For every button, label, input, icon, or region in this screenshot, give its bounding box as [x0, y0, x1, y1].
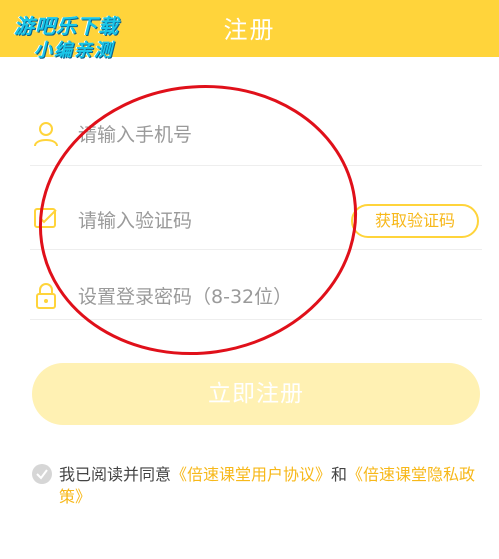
user-agreement-link[interactable]: 《倍速课堂用户协议》: [171, 465, 331, 484]
lock-icon: [36, 283, 56, 309]
watermark-line1: 游吧乐下载: [14, 14, 119, 38]
watermark-line2: 小编亲测: [34, 40, 114, 61]
watermark-logo: 游吧乐下载 小编亲测: [8, 6, 148, 62]
register-button[interactable]: 立即注册: [32, 363, 480, 425]
password-input[interactable]: 设置登录密码（8-32位）: [78, 282, 292, 309]
verify-code-icon: [34, 208, 57, 228]
agree-checkbox-icon[interactable]: [32, 464, 52, 484]
agreement-row: 我已阅读并同意《倍速课堂用户协议》和《倍速课堂隐私政策》: [32, 464, 482, 508]
agreement-and: 和: [331, 465, 348, 484]
user-icon: [34, 122, 58, 147]
password-field-row[interactable]: 设置登录密码（8-32位）: [30, 250, 482, 320]
agreement-text: 我已阅读并同意《倍速课堂用户协议》和《倍速课堂隐私政策》: [59, 464, 482, 508]
phone-input[interactable]: 请输入手机号: [78, 120, 192, 147]
agreement-prefix: 我已阅读并同意: [59, 465, 172, 484]
phone-field-row[interactable]: 请输入手机号: [30, 96, 482, 166]
code-input[interactable]: 请输入验证码: [78, 206, 192, 233]
get-code-button[interactable]: 获取验证码: [351, 204, 479, 238]
divider: [30, 319, 482, 320]
divider: [30, 165, 482, 166]
header-bar: 注册 游吧乐下载 小编亲测: [0, 0, 499, 61]
